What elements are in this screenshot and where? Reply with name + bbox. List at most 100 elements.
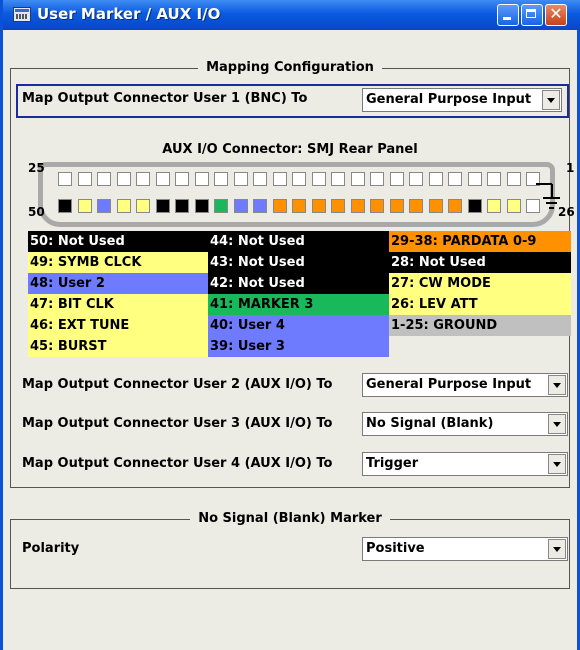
aux-connector-caption: AUX I/O Connector: SMJ Rear Panel (162, 142, 418, 157)
connector-pin-bottom (233, 199, 248, 213)
connector-pin-top (448, 172, 462, 186)
connector-pin-bottom (331, 199, 345, 213)
legend-item: 39: User 3 (208, 336, 389, 357)
connector-pin-bottom (253, 199, 267, 213)
chevron-down-icon[interactable] (548, 375, 566, 395)
connector-pin-bottom (175, 199, 189, 213)
pin-number-1: 1 (566, 161, 575, 175)
user3-select[interactable]: No Signal (Blank) (362, 412, 568, 436)
connector-pin-bottom (116, 199, 131, 213)
legend-item: 47: BIT CLK (28, 294, 208, 315)
close-icon: ✕ (549, 4, 563, 23)
user4-label: Map Output Connector User 4 (AUX I/O) To (22, 456, 333, 471)
legend-item: 45: BURST (28, 336, 208, 357)
connector-pin-bottom (136, 199, 150, 213)
connector-pin-top (136, 172, 150, 186)
user1-select-value: General Purpose Input (366, 92, 532, 107)
connector-pin-top (77, 172, 92, 186)
connector-pin-top (233, 172, 248, 186)
connector-pin-bottom (350, 199, 365, 213)
legend-item: 40: User 4 (208, 315, 389, 336)
legend-item: 29-38: PARDATA 0-9 (389, 231, 571, 252)
connector-pin-bottom (58, 199, 72, 213)
legend-item: 41: MARKER 3 (208, 294, 389, 315)
user1-select[interactable]: General Purpose Input (362, 88, 562, 112)
user4-select[interactable]: Trigger (362, 452, 568, 476)
connector-pin-top (194, 172, 209, 186)
group-title-blank-marker: No Signal (Blank) Marker (190, 511, 390, 526)
connector-pin-bottom (77, 199, 92, 213)
connector-pin-bottom (292, 199, 306, 213)
polarity-select[interactable]: Positive (362, 537, 568, 561)
pin-number-50: 50 (28, 205, 45, 219)
user4-select-value: Trigger (366, 456, 419, 471)
connector-pin-top (506, 172, 521, 186)
connector-pin-bottom (389, 199, 404, 213)
user1-label: Map Output Connector User 1 (BNC) To (22, 91, 308, 106)
polarity-label: Polarity (22, 541, 80, 556)
legend-item: 1-25: GROUND (389, 315, 571, 336)
connector-pin-bottom (467, 199, 482, 213)
connector-pin-top (155, 172, 170, 186)
window-title: User Marker / AUX I/O (37, 5, 221, 23)
pin-number-26: 26 (558, 205, 575, 219)
connector-pin-top (116, 172, 131, 186)
connector-pin-top (97, 172, 111, 186)
pin-number-25: 25 (28, 161, 45, 175)
ground-icon (536, 183, 560, 209)
chevron-down-icon[interactable] (548, 414, 566, 434)
legend-item: 43: Not Used (208, 252, 389, 273)
connector-pin-top (214, 172, 228, 186)
user3-select-value: No Signal (Blank) (366, 416, 494, 431)
connector-pin-top (253, 172, 267, 186)
legend-item: 28: Not Used (389, 252, 571, 273)
legend-item: 48: User 2 (28, 273, 208, 294)
connector-pin-top (331, 172, 345, 186)
connector-pin-top (58, 172, 72, 186)
close-button[interactable]: ✕ (545, 4, 567, 26)
connector-pin-top (487, 172, 501, 186)
connector-pin-bottom (155, 199, 170, 213)
legend-item: 46: EXT TUNE (28, 315, 208, 336)
connector-pin-top (467, 172, 482, 186)
maximize-button[interactable] (521, 4, 543, 26)
connector-pin-bottom (214, 199, 228, 213)
minimize-button[interactable] (497, 4, 519, 26)
connector-pin-top (428, 172, 443, 186)
connector-pin-top (175, 172, 189, 186)
connector-pin-bottom (311, 199, 326, 213)
polarity-select-value: Positive (366, 541, 425, 556)
connector-pin-top (350, 172, 365, 186)
user2-label: Map Output Connector User 2 (AUX I/O) To (22, 377, 333, 392)
legend-item: 49: SYMB CLCK (28, 252, 208, 273)
group-title-mapping: Mapping Configuration (198, 60, 382, 75)
connector-pin-bottom (370, 199, 384, 213)
title-bar[interactable]: User Marker / AUX I/O ✕ (3, 0, 580, 30)
connector-pin-bottom (272, 199, 287, 213)
legend-item: 42: Not Used (208, 273, 389, 294)
connector-pin-bottom (448, 199, 462, 213)
connector-pin-bottom (506, 199, 521, 213)
user2-select-value: General Purpose Input (366, 377, 532, 392)
legend-item: 44: Not Used (208, 231, 389, 252)
user2-select[interactable]: General Purpose Input (362, 373, 568, 397)
connector-pin-top (292, 172, 306, 186)
legend-item: 50: Not Used (28, 231, 208, 252)
chevron-down-icon[interactable] (542, 90, 560, 110)
user3-label: Map Output Connector User 3 (AUX I/O) To (22, 416, 333, 431)
connector-pin-bottom (428, 199, 443, 213)
app-icon (13, 7, 31, 22)
connector-pin-bottom (194, 199, 209, 213)
connector-pin-top (370, 172, 384, 186)
connector-pin-bottom (487, 199, 501, 213)
legend-item: 27: CW MODE (389, 273, 571, 294)
chevron-down-icon[interactable] (548, 454, 566, 474)
connector-pin-bottom (97, 199, 111, 213)
connector-pin-bottom (409, 199, 423, 213)
legend-item: 26: LEV ATT (389, 294, 571, 315)
connector-pin-top (311, 172, 326, 186)
chevron-down-icon[interactable] (548, 539, 566, 559)
connector-pin-top (272, 172, 287, 186)
connector-pin-top (409, 172, 423, 186)
connector-pin-top (389, 172, 404, 186)
